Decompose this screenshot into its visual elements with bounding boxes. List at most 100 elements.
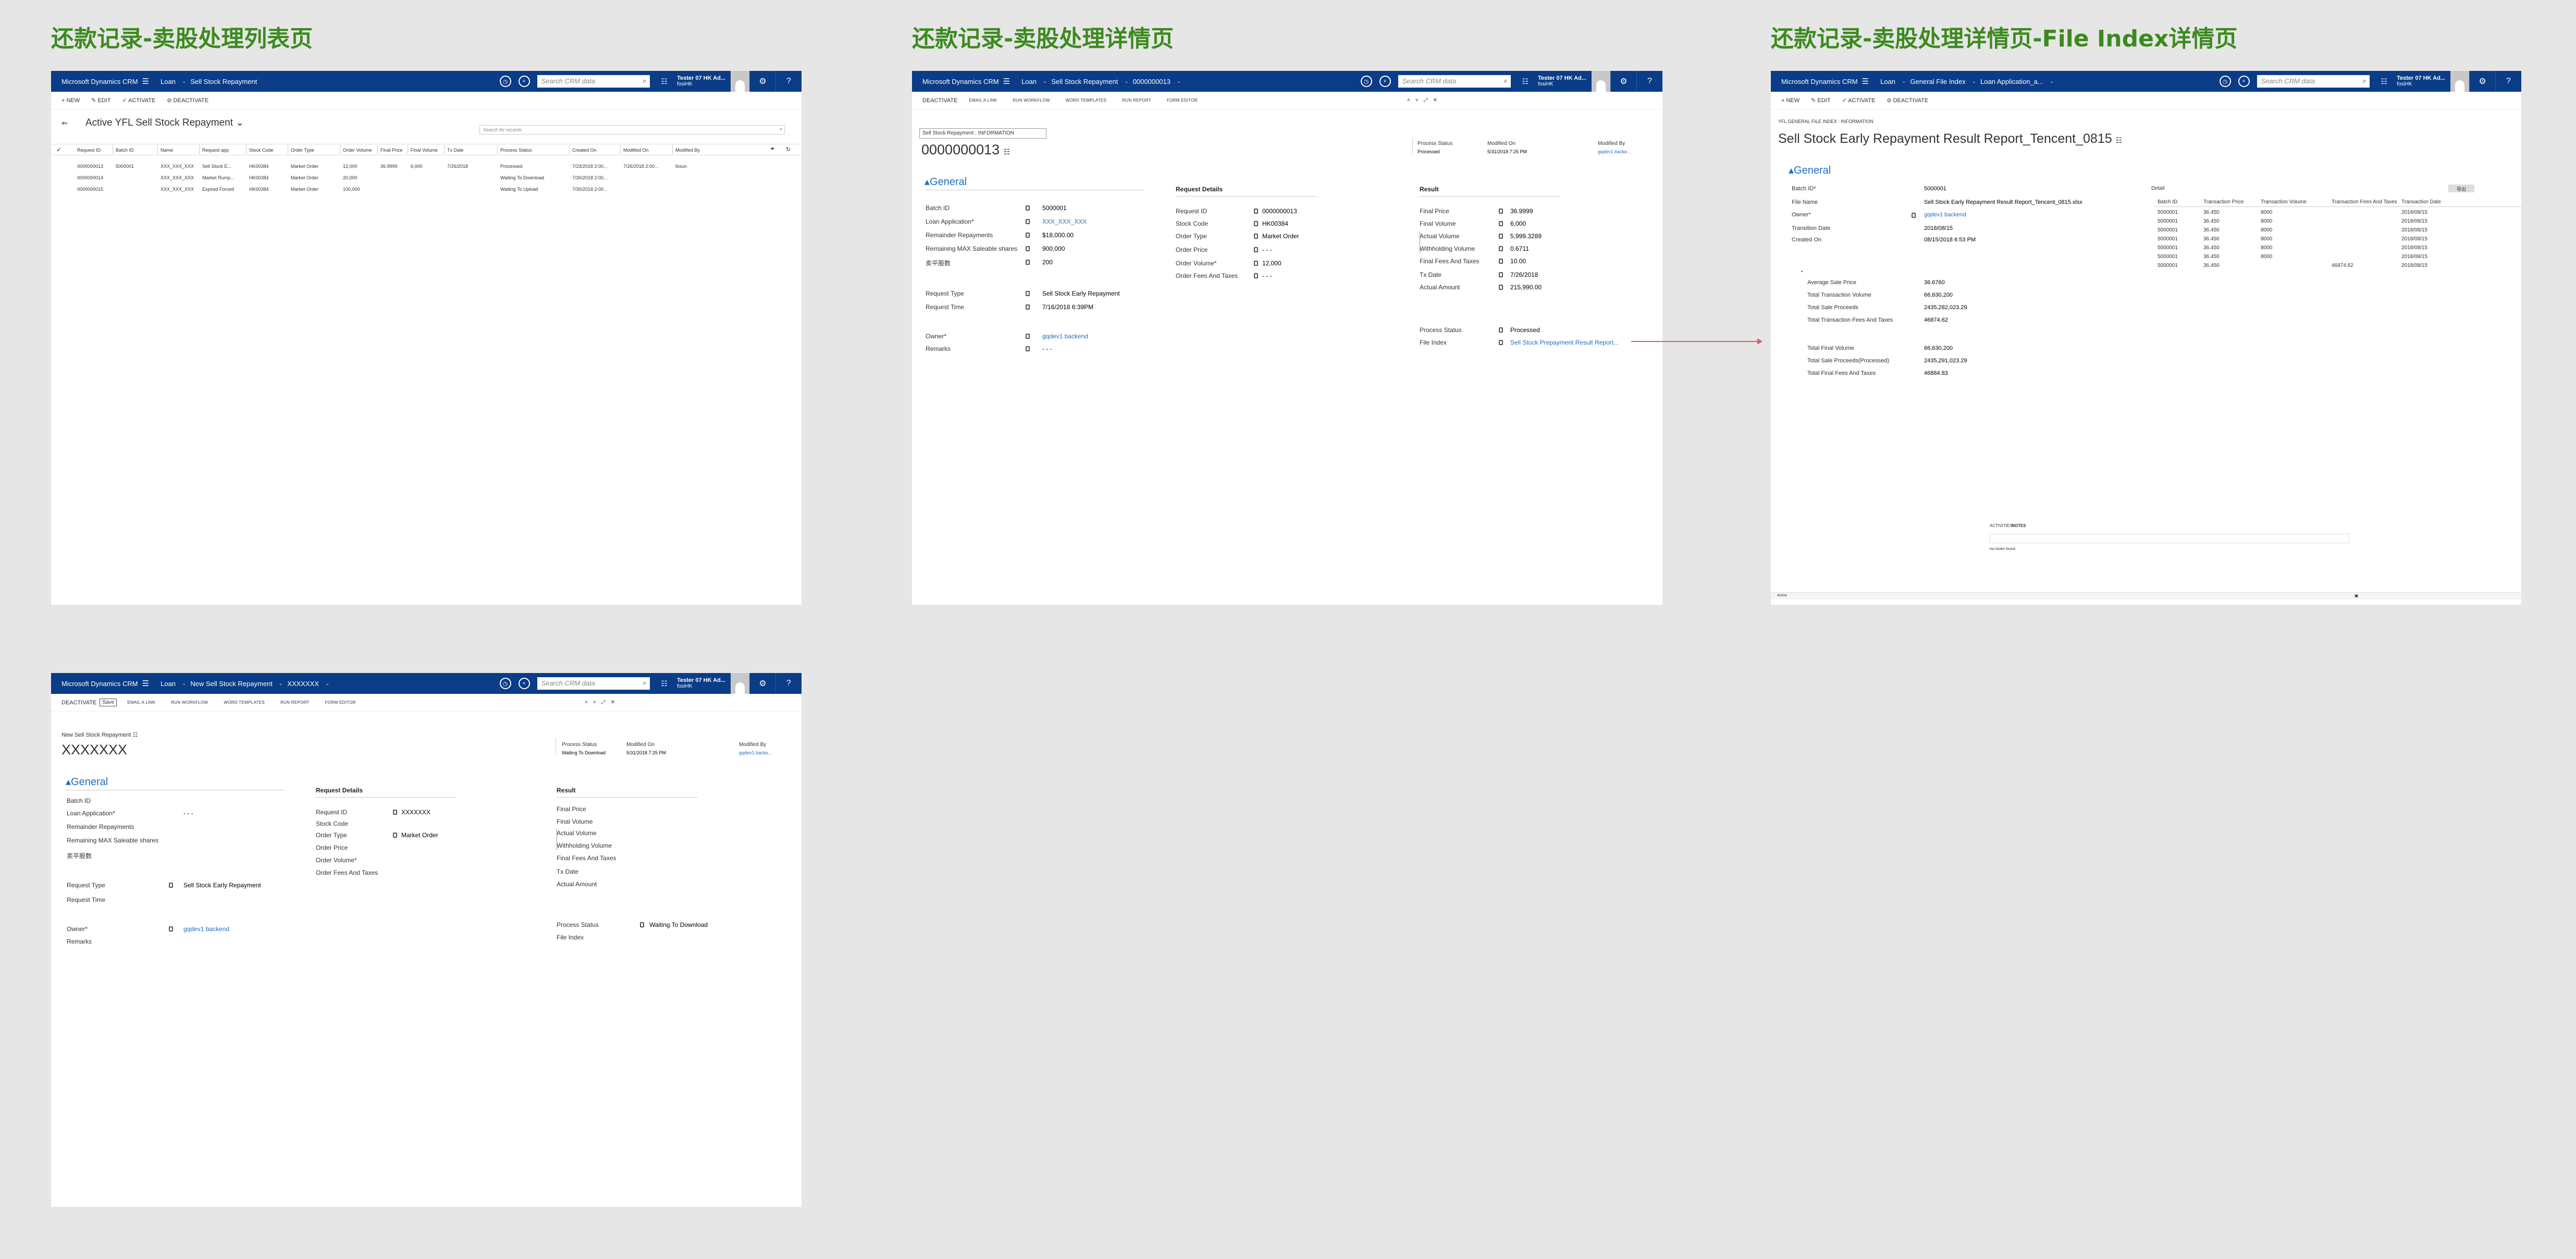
column-header[interactable]: Stock Code [249, 148, 274, 153]
menu-icon[interactable]: ☰ [1003, 77, 1010, 86]
general-section[interactable]: ▴General [925, 175, 967, 188]
help-icon[interactable]: ? [775, 673, 802, 694]
create-icon[interactable]: + [518, 76, 530, 87]
search-icon[interactable]: ⌕ [643, 77, 646, 85]
search-input[interactable]: Search CRM data ⌕ [537, 75, 650, 88]
detail-column-header[interactable]: Transaction Price [2203, 199, 2244, 205]
nav-module[interactable]: Loan [1880, 78, 1895, 85]
general-field-value[interactable]: Sell Stock Early Repayment [183, 882, 261, 889]
form-editor-button[interactable]: FORM EDITOR [1167, 98, 1198, 103]
nav-entity[interactable]: Sell Stock Repayment [1051, 78, 1118, 85]
result-field-value[interactable]: Waiting To Download [649, 921, 708, 928]
activate-button[interactable]: ✓ ACTIVATE [122, 97, 156, 104]
help-icon[interactable]: ? [1636, 71, 1662, 92]
form-selector[interactable]: Sell Stock Repayment : INFORMATION [919, 128, 1046, 139]
tab-activities[interactable]: ACTIVITIES [1990, 523, 2013, 528]
brand[interactable]: Microsoft Dynamics CRM [922, 78, 999, 85]
detail-column-header[interactable]: Transaction Date [2401, 199, 2441, 205]
word-templates-button[interactable]: WORD TEMPLATES [224, 700, 265, 705]
user-info[interactable]: Tester 07 HK Ad... fosiHK [677, 677, 725, 690]
nav-entity[interactable]: General File Index [1910, 78, 1965, 85]
menu-icon[interactable]: ☰ [142, 77, 149, 86]
activate-button[interactable]: ✓ ACTIVATE [1842, 97, 1876, 104]
recent-icon[interactable]: ◷ [1360, 76, 1372, 87]
column-header[interactable]: Request app [202, 148, 229, 153]
general-field-value[interactable]: XXX_XXX_XXX [1042, 218, 1087, 225]
avatar[interactable] [731, 673, 749, 694]
grid-search-input[interactable]: Search for records ⌕ [479, 125, 785, 135]
file-field-value[interactable]: gqdev1 backend [1924, 212, 1966, 218]
brand[interactable]: Microsoft Dynamics CRM [61, 680, 138, 688]
table-cell[interactable]: XXX_XXX_XXX [161, 164, 194, 169]
recent-icon[interactable]: ◷ [499, 678, 511, 689]
search-input[interactable]: Search CRM data ⌕ [537, 677, 650, 690]
run-report-button[interactable]: RUN REPORT [1122, 98, 1151, 103]
filter-icon[interactable]: ⏷ [770, 146, 775, 153]
new-button[interactable]: + NEW [1781, 97, 1799, 104]
modified-by-value[interactable]: gqdev1 backe... [1598, 149, 1631, 154]
request-field-value[interactable]: XXXXXXX [401, 809, 430, 816]
email-link-button[interactable]: EMAIL A LINK [127, 700, 155, 705]
gear-icon[interactable]: ⚙ [2469, 71, 2495, 92]
nav-module[interactable]: Loan [161, 680, 176, 688]
gear-icon[interactable]: ⚙ [749, 71, 775, 92]
column-header[interactable]: Request ID [77, 148, 101, 153]
gear-icon[interactable]: ⚙ [749, 673, 775, 694]
form-selector[interactable]: New Sell Stock Repayment ☷ [61, 731, 138, 738]
notes-input[interactable] [1990, 534, 2349, 543]
run-workflow-button[interactable]: RUN WORKFLOW [1013, 98, 1050, 103]
advanced-find-icon[interactable]: ☷ [661, 679, 668, 688]
general-field-value[interactable]: gqdev1 backend [1042, 333, 1088, 340]
avatar[interactable] [731, 71, 749, 92]
save-button[interactable]: Save [100, 699, 117, 706]
email-link-button[interactable]: EMAIL A LINK [969, 98, 997, 103]
deactivate-button[interactable]: ⊘ DEACTIVATE [1887, 97, 1928, 104]
create-icon[interactable]: + [518, 678, 530, 689]
form-editor-button[interactable]: FORM EDITOR [325, 700, 356, 705]
brand[interactable]: Microsoft Dynamics CRM [1781, 78, 1858, 85]
detail-column-header[interactable]: Batch ID [2158, 199, 2177, 205]
nav-module[interactable]: Loan [1021, 78, 1037, 85]
column-header[interactable]: Modified By [675, 148, 700, 153]
run-report-button[interactable]: RUN REPORT [280, 700, 310, 705]
nav-record[interactable]: XXXXXXX [287, 680, 319, 688]
recent-icon[interactable]: ◷ [2219, 76, 2231, 87]
column-header[interactable]: Final Price [380, 148, 403, 153]
nav-entity[interactable]: New Sell Stock Repayment [190, 680, 273, 688]
column-header[interactable]: Created On [572, 148, 597, 153]
window-controls[interactable]: ˄˅⤢✕ [1407, 97, 1443, 103]
advanced-find-icon[interactable]: ☷ [661, 77, 668, 86]
modified-by-value[interactable]: gqdev1 backe... [739, 750, 772, 755]
general-section[interactable]: ▴General [66, 775, 108, 788]
column-header[interactable]: Batch ID [116, 148, 134, 153]
general-field-value[interactable]: gqdev1 backend [183, 925, 229, 933]
avatar[interactable] [2450, 71, 2469, 92]
chevron-down-icon[interactable]: ⌄ [182, 79, 186, 84]
general-section[interactable]: ▴General [1789, 164, 1831, 177]
view-title[interactable]: Active YFL Sell Stock Repayment ⌄ [85, 117, 244, 129]
column-header[interactable]: Tx Date [447, 148, 464, 153]
menu-icon[interactable]: ☰ [142, 679, 149, 688]
run-workflow-button[interactable]: RUN WORKFLOW [171, 700, 208, 705]
table-cell[interactable]: XXX_XXX_XXX [161, 175, 194, 180]
edit-button[interactable]: ✎ EDIT [1811, 97, 1830, 104]
user-info[interactable]: Tester 07 HK Ad... fosiHK [1538, 75, 1586, 88]
tab-notes[interactable]: NOTES [2012, 523, 2026, 528]
create-icon[interactable]: + [2238, 76, 2250, 87]
back-icon[interactable]: ⇐ [61, 119, 68, 128]
column-header[interactable]: Final Volume [411, 148, 438, 153]
save-icon[interactable]: ▣ [2355, 593, 2359, 598]
refresh-icon[interactable]: ↻ [786, 146, 791, 153]
result-field-value[interactable]: Sell Stock Prepayment Result Report... [1510, 339, 1619, 346]
word-templates-button[interactable]: WORD TEMPLATES [1066, 98, 1107, 103]
request-field-value[interactable]: Market Order [401, 832, 438, 839]
window-controls[interactable]: ˄˅⤢✕ [585, 700, 620, 705]
edit-button[interactable]: ✎ EDIT [91, 97, 110, 104]
column-header[interactable]: Order Volume [343, 148, 372, 153]
advanced-find-icon[interactable]: ☷ [2381, 77, 2388, 86]
nav-record[interactable]: Loan Application_a... [1980, 78, 2043, 85]
column-header[interactable]: Order Type [291, 148, 314, 153]
search-input[interactable]: Search CRM data ⌕ [2257, 75, 2370, 88]
select-all-checkbox[interactable]: ✓ [56, 146, 61, 153]
column-header[interactable]: Name [161, 148, 173, 153]
